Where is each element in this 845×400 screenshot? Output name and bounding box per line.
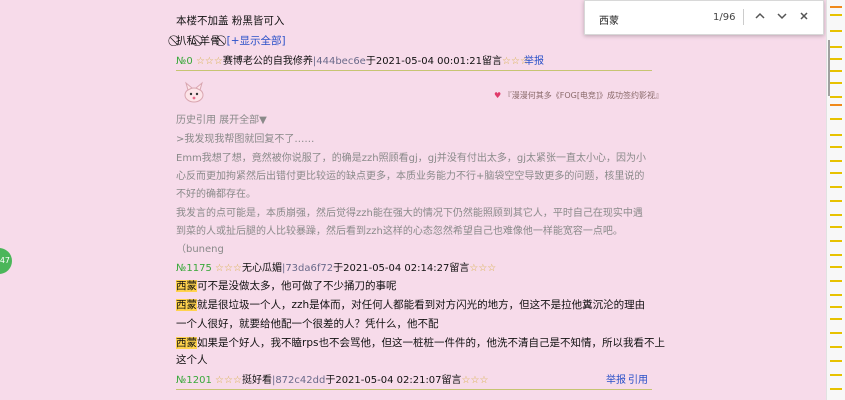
- stars-right: ☆☆☆: [469, 263, 497, 274]
- scroll-match-mark: [830, 254, 842, 256]
- quote-line: >我发现我帮图就回复不了……: [176, 134, 315, 145]
- scroll-match-mark: [830, 332, 842, 334]
- quote-line: 到菜的人或扯后腿的人比较暴躁，然后看到zzh这样的心态忽然希望自己也难像他一样能…: [176, 226, 623, 237]
- author-nick: 挺好看: [241, 375, 272, 386]
- post-text: 本楼不加盖 粉黑皆可入: [176, 15, 285, 27]
- scroll-match-mark: [830, 388, 842, 390]
- author-hash: |872c42dd: [271, 375, 326, 386]
- post-text: 这个人: [176, 354, 208, 366]
- find-separator: [743, 9, 744, 25]
- quote-line: 我发言的点可能是，本质崩强，然后觉得zzh能在强大的情况下仍然能照顾到其它人，平…: [176, 208, 643, 219]
- chevron-up-icon[interactable]: [753, 10, 767, 24]
- search-highlight: 西蒙: [176, 337, 197, 349]
- quote-line: 心反而更加拘紧然后出错付更比较运的缺点更多，本质业务能力不行+脑袋空空导致更多的…: [176, 171, 645, 182]
- avatar-icon: [184, 81, 204, 103]
- post-text: 西蒙就是很垃圾一个人，zzh是体而，对任何人都能看到对方闪光的地方，但这不是拉他…: [176, 297, 645, 312]
- post-tags: ⃠扒私 ⃠羊骨 ⃠ [+显示全部]: [176, 33, 286, 48]
- scroll-match-mark: [830, 346, 842, 348]
- quote-line: 不好的确都存在。: [176, 189, 256, 200]
- author-nick: 无心瓜媚: [241, 263, 282, 274]
- scroll-match-mark: [830, 14, 842, 16]
- tag-no-privacy: ⃠扒私: [176, 35, 197, 47]
- expand-all-link[interactable]: [+显示全部]: [227, 35, 286, 47]
- scroll-match-mark: [830, 104, 842, 106]
- scroll-match-mark: [830, 266, 842, 268]
- post-meta: №1175 ☆☆☆无心瓜媚|73da6f72于2021-05-04 02:14:…: [176, 259, 496, 274]
- find-input[interactable]: 西蒙: [599, 12, 619, 27]
- scroll-match-mark: [830, 360, 842, 362]
- scroll-thumb[interactable]: [828, 40, 830, 96]
- post-time: 于2021-05-04 02:21:07留言: [325, 375, 462, 386]
- post-meta: №0 ☆☆☆赛博老公的自我修养|444bec6e于2021-05-04 00:0…: [176, 52, 652, 67]
- quote-line: （buneng: [176, 244, 224, 255]
- signature: ♥ 『漫漫何其多《FOG[电竞]》成功签约影视』: [494, 90, 663, 101]
- scroll-match-mark: [830, 70, 842, 72]
- scroll-match-mark: [830, 200, 842, 202]
- chevron-down-icon[interactable]: [775, 10, 789, 24]
- search-highlight: 西蒙: [176, 299, 197, 311]
- quote-button[interactable]: 引用: [628, 371, 648, 386]
- scroll-match-mark: [830, 118, 842, 120]
- scroll-match-mark: [830, 146, 842, 148]
- tag-no-mutton: ⃠羊骨: [199, 35, 221, 47]
- search-highlight: 西蒙: [176, 280, 197, 292]
- floor-number: №0: [176, 56, 193, 67]
- scroll-match-mark: [830, 58, 842, 60]
- post-text: 西蒙可不是没做太多，他可做了不少捅刀的事呢: [176, 278, 397, 293]
- post-text: 西蒙如果是个好人，我不瞌rps也不会骂他，但这一桩桩一件件的，他洗不清自己是不知…: [176, 335, 665, 350]
- scroll-match-mark: [830, 214, 842, 216]
- post-meta: №1201 ☆☆☆挺好看|872c42dd于2021-05-04 02:21:0…: [176, 371, 652, 386]
- history-quote-toggle[interactable]: 历史引用 展开全部▼: [176, 111, 267, 126]
- author-hash: |73da6f72: [281, 263, 334, 274]
- stars-left: ☆☆☆: [215, 263, 242, 274]
- scroll-match-mark: [830, 226, 842, 228]
- stars-left: ☆☆☆: [195, 56, 223, 67]
- scroll-match-mark: [830, 186, 842, 188]
- scroll-match-mark: [830, 160, 842, 162]
- scroll-match-mark: [830, 306, 842, 308]
- report-button[interactable]: 举报: [606, 371, 626, 386]
- find-bar: 西蒙 1/96: [584, 0, 824, 35]
- scroll-match-mark: [830, 134, 842, 136]
- scroll-match-mark: [830, 374, 842, 376]
- signature-text: 『漫漫何其多《FOG[电竞]》成功签约影视』: [503, 91, 664, 100]
- find-match-count: 1/96: [713, 12, 736, 23]
- scrollbar[interactable]: [826, 0, 845, 400]
- post-text-segment: 就是很垃圾一个人，zzh是体而，对任何人都能看到对方闪光的地方，但这不是拉他糞沉…: [197, 299, 646, 311]
- stars-right: ☆☆☆: [461, 375, 489, 386]
- close-icon[interactable]: [797, 10, 811, 24]
- divider: [176, 389, 652, 390]
- author-hash: |444bec6e: [312, 56, 366, 67]
- scroll-match-mark: [830, 6, 842, 8]
- scroll-match-mark: [830, 46, 842, 48]
- scroll-match-mark: [830, 318, 842, 320]
- post-text: 一个人很好，就要给他配一个很差的人？凭什么，他不配: [176, 318, 439, 330]
- quote-line: Emm我想了想，竟然被你说服了，的确是zzh照顾看gj，gj并没有付出太多，gj…: [176, 153, 647, 164]
- divider: [176, 70, 652, 71]
- heart-icon: ♥: [494, 91, 502, 100]
- post-time: 于2021-05-04 02:14:27留言: [333, 263, 470, 274]
- floating-badge[interactable]: 47: [0, 248, 12, 274]
- scroll-match-mark: [830, 30, 842, 32]
- floor-number: №1175: [176, 263, 212, 274]
- author-nick: 赛博老公的自我修养: [222, 56, 313, 67]
- scroll-match-mark: [830, 294, 842, 296]
- scroll-match-mark: [830, 82, 842, 84]
- post-text-segment: 如果是个好人，我不瞌rps也不会骂他，但这一桩桩一件件的，他洗不清自己是不知情，…: [197, 337, 665, 349]
- scroll-match-mark: [830, 280, 842, 282]
- scroll-match-mark: [830, 240, 842, 242]
- report-button[interactable]: 举报: [524, 52, 544, 67]
- post-text-segment: 可不是没做太多，他可做了不少捅刀的事呢: [197, 280, 397, 292]
- floor-number: №1201: [176, 375, 212, 386]
- post-time: 于2021-05-04 00:01:21留言: [365, 56, 503, 67]
- scroll-match-mark: [830, 96, 842, 98]
- stars-left: ☆☆☆: [215, 375, 242, 386]
- scroll-match-mark: [830, 172, 842, 174]
